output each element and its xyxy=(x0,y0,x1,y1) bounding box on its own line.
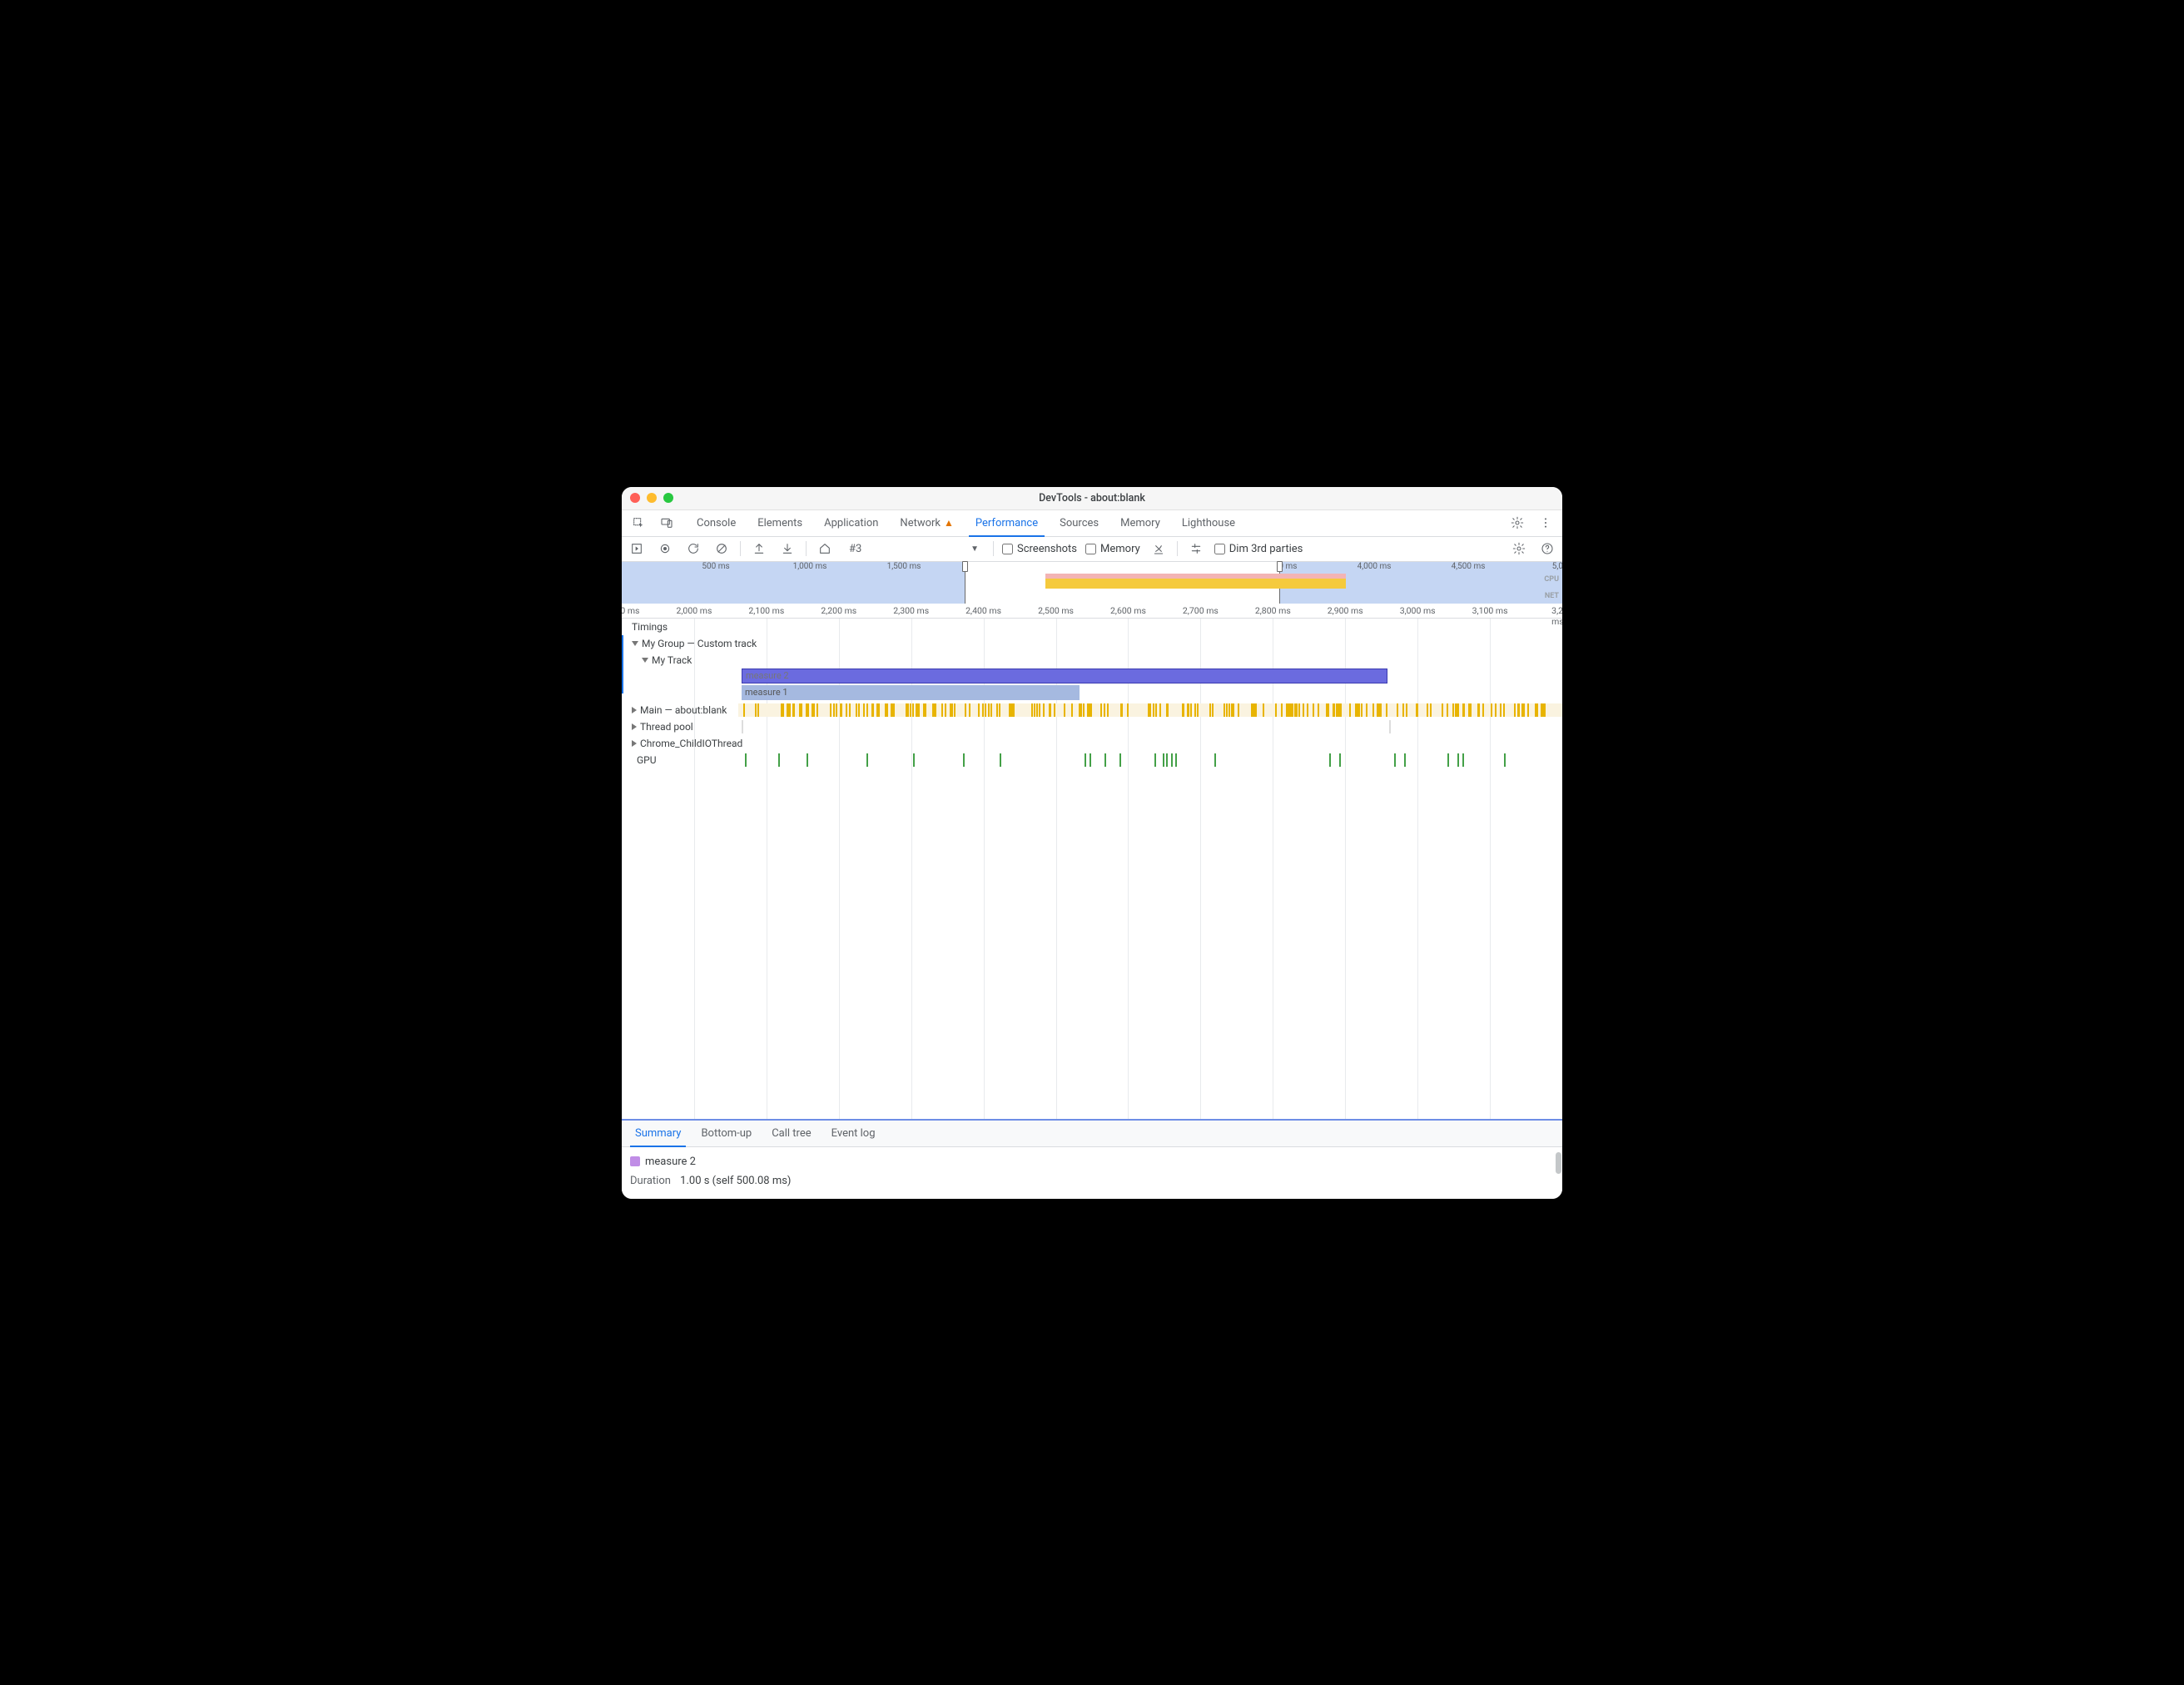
gc-icon[interactable] xyxy=(1149,539,1169,559)
fullscreen-window-icon[interactable] xyxy=(663,493,673,503)
settings-icon[interactable] xyxy=(1506,511,1529,534)
tab-call-tree[interactable]: Call tree xyxy=(763,1120,819,1146)
custom-track-header[interactable]: My Track xyxy=(622,652,1562,669)
measure-1-bar[interactable]: measure 1 xyxy=(742,685,1080,700)
minimize-window-icon[interactable] xyxy=(647,493,657,503)
tab-memory[interactable]: Memory xyxy=(1110,509,1170,536)
summary-duration-row: Duration 1.00 s (self 500.08 ms) xyxy=(630,1175,1554,1187)
gpu-track[interactable]: GPU xyxy=(622,752,1562,768)
help-icon[interactable] xyxy=(1537,539,1557,559)
overview-cpu-flame xyxy=(1045,574,1347,589)
flame-chart-area[interactable]: 1,900 ms2,000 ms2,100 ms2,200 ms2,300 ms… xyxy=(622,604,1562,1119)
custom-group-header[interactable]: My Group — Custom track xyxy=(622,635,1562,652)
profile-select[interactable]: #3 ▼ xyxy=(843,539,985,558)
tab-console[interactable]: Console xyxy=(687,509,746,536)
capture-settings-icon[interactable] xyxy=(1509,539,1529,559)
overview-net-label: NET xyxy=(1545,592,1559,600)
summary-content: measure 2 Duration 1.00 s (self 500.08 m… xyxy=(622,1147,1562,1199)
title-bar: DevTools - about:blank xyxy=(622,487,1562,510)
expand-icon[interactable] xyxy=(632,707,637,713)
timings-label: Timings xyxy=(623,619,668,635)
toggle-drawer-icon[interactable] xyxy=(627,539,647,559)
tab-event-log[interactable]: Event log xyxy=(823,1120,884,1146)
tab-performance[interactable]: Performance xyxy=(965,509,1048,536)
selection-handle-left[interactable] xyxy=(962,561,968,572)
overview-cpu-label: CPU xyxy=(1544,575,1559,584)
record-icon[interactable] xyxy=(655,539,675,559)
reload-record-icon[interactable] xyxy=(683,539,703,559)
profile-name: #3 xyxy=(849,543,861,555)
inspect-element-icon[interactable] xyxy=(627,511,650,534)
thread-pool-track[interactable]: Thread pool xyxy=(622,718,1562,735)
expand-icon[interactable] xyxy=(632,723,637,730)
track-list: Timings My Group — Custom track My Track… xyxy=(622,619,1562,768)
collapse-icon[interactable] xyxy=(632,641,638,646)
dim-3rd-parties-checkbox[interactable]: Dim 3rd parties xyxy=(1214,543,1303,555)
tab-summary[interactable]: Summary xyxy=(627,1120,689,1146)
selection-handle-right[interactable] xyxy=(1277,561,1283,572)
tab-lighthouse[interactable]: Lighthouse xyxy=(1172,509,1245,536)
flame-ruler: 1,900 ms2,000 ms2,100 ms2,200 ms2,300 ms… xyxy=(622,604,1562,619)
panel-tabs: Console Elements Application Network▲ Pe… xyxy=(687,509,1245,536)
performance-toolbar: #3 ▼ Screenshots Memory Dim 3rd parties xyxy=(622,537,1562,562)
timeline-overview[interactable]: 500 ms1,000 ms1,500 ms2,000 ms2,500 ms3,… xyxy=(622,562,1562,604)
tab-network[interactable]: Network▲ xyxy=(890,509,964,536)
tab-sources[interactable]: Sources xyxy=(1050,509,1109,536)
timings-header[interactable]: Timings xyxy=(622,619,1562,635)
measure-2-bar[interactable]: measure 2 xyxy=(742,669,1387,683)
tab-bottom-up[interactable]: Bottom-up xyxy=(692,1120,760,1146)
clear-icon[interactable] xyxy=(712,539,732,559)
dropdown-caret-icon: ▼ xyxy=(970,544,979,554)
details-tabs: Summary Bottom-up Call tree Event log xyxy=(622,1121,1562,1147)
memory-checkbox[interactable]: Memory xyxy=(1085,543,1140,555)
device-toolbar-icon[interactable] xyxy=(655,511,678,534)
screenshots-checkbox[interactable]: Screenshots xyxy=(1002,543,1077,555)
tab-elements[interactable]: Elements xyxy=(747,509,812,536)
scrollbar-thumb[interactable] xyxy=(1556,1152,1561,1174)
child-io-thread-track[interactable]: Chrome_ChildIOThread xyxy=(622,735,1562,752)
upload-icon[interactable] xyxy=(749,539,769,559)
download-icon[interactable] xyxy=(777,539,797,559)
panel-tabstrip: Console Elements Application Network▲ Pe… xyxy=(622,510,1562,537)
tab-application[interactable]: Application xyxy=(814,509,888,536)
close-window-icon[interactable] xyxy=(630,493,640,503)
home-icon[interactable] xyxy=(815,539,835,559)
warning-icon: ▲ xyxy=(944,517,954,529)
measure-2-row: measure 2 xyxy=(622,669,1562,685)
summary-title: measure 2 xyxy=(630,1156,1554,1168)
measure-1-row: measure 1 xyxy=(622,685,1562,702)
details-pane: Summary Bottom-up Call tree Event log me… xyxy=(622,1119,1562,1199)
main-thread-track[interactable]: Main — about:blank xyxy=(622,702,1562,718)
shortcuts-icon[interactable] xyxy=(1186,539,1206,559)
collapse-icon[interactable] xyxy=(642,658,648,663)
window-controls xyxy=(630,493,673,503)
kebab-menu-icon[interactable] xyxy=(1534,511,1557,534)
summary-swatch-icon xyxy=(630,1156,640,1166)
window-title: DevTools - about:blank xyxy=(1039,492,1145,505)
devtools-window: DevTools - about:blank Console Elements … xyxy=(622,487,1562,1199)
expand-icon[interactable] xyxy=(632,740,637,747)
